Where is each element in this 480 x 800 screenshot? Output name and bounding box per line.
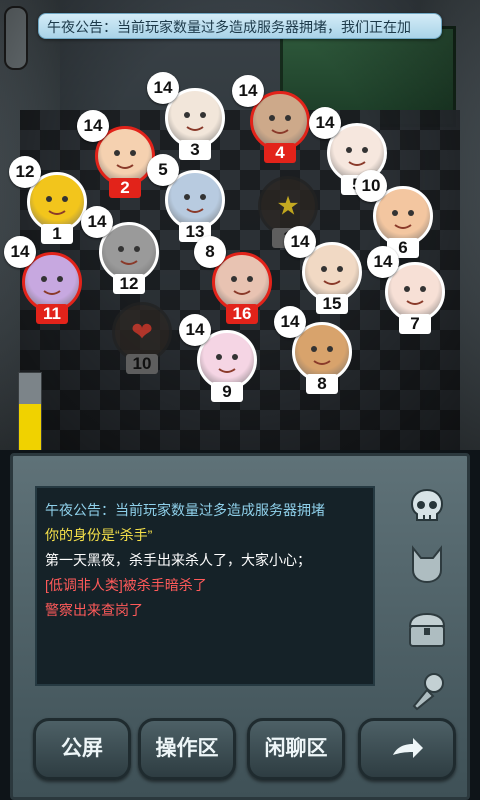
player-slot[interactable]: 14 15 <box>284 226 362 314</box>
player-slot[interactable]: 14 12 <box>81 206 159 294</box>
energy-bar-fill <box>19 404 41 450</box>
action-area-button[interactable]: 操作区 <box>138 718 236 780</box>
player-seat-number: 1 <box>41 224 73 244</box>
player-seat-number: 16 <box>226 304 258 324</box>
microphone-icon[interactable] <box>405 670 449 714</box>
avatar-cartoon-pirate <box>295 325 349 379</box>
chat-message: 你的身份是“杀手” <box>45 527 153 543</box>
player-seat-number: 2 <box>109 178 141 198</box>
player-slot[interactable]: 14 7 <box>367 246 445 334</box>
side-icon-column <box>391 484 463 714</box>
avatar-cartoon-smile <box>376 189 430 243</box>
bottom-panel: 午夜公告：当前玩家数量过多造成服务器拥堵 你的身份是“杀手” 第一天黑夜，杀手出… <box>10 453 470 800</box>
treasure-chest-icon[interactable] <box>405 608 449 652</box>
player-seat-number: 9 <box>211 382 243 402</box>
announcement-banner: 午夜公告：当前玩家数量过多造成服务器拥堵，我们正在加 <box>38 13 442 39</box>
avatar-bw-man <box>102 225 156 279</box>
skull-icon[interactable] <box>405 484 449 528</box>
avatar-purple-monster <box>25 255 79 309</box>
dead-player-avatar: ★ <box>258 176 318 236</box>
game-room: 午夜公告：当前玩家数量过多造成服务器拥堵，我们正在加 1431441421451… <box>0 0 480 450</box>
chat-message: 午夜公告：当前玩家数量过多造成服务器拥堵 <box>45 502 325 518</box>
player-level-badge: 10 <box>355 170 387 202</box>
player-level-badge: 14 <box>147 72 179 104</box>
player-level-badge: 14 <box>4 236 36 268</box>
arrow-right-icon <box>393 738 423 758</box>
player-seat-number: 3 <box>179 140 211 160</box>
player-level-badge: 14 <box>232 75 264 107</box>
avatar-cartoon-crying <box>98 129 152 183</box>
player-slot[interactable]: 14 2 <box>77 110 155 198</box>
player-level-badge: 12 <box>9 156 41 188</box>
chat-message: 警察出来查岗了 <box>45 602 143 618</box>
avatar-girl-selfie <box>215 255 269 309</box>
player-seat-number: 11 <box>36 304 68 324</box>
player-slot[interactable]: 5 13 <box>147 154 225 242</box>
player-level-badge: 14 <box>179 314 211 346</box>
heart-icon: ❤ <box>131 316 153 347</box>
avatar-yellow-cartoon <box>30 175 84 229</box>
player-level-badge: 14 <box>284 226 316 258</box>
player-seat-number: 10 <box>126 354 158 374</box>
player-slot[interactable]: 14 11 <box>4 236 82 324</box>
player-level-badge: 14 <box>367 246 399 278</box>
star-icon: ★ <box>276 190 300 221</box>
game-screen: 午夜公告：当前玩家数量过多造成服务器拥堵，我们正在加 1431441421451… <box>0 0 480 800</box>
chat-message: [低调非人类]被杀手暗杀了 <box>45 577 207 593</box>
player-slot[interactable]: ❤ 10 <box>112 302 172 374</box>
player-slot[interactable]: 14 3 <box>147 72 225 160</box>
player-slot[interactable]: ★1 <box>258 176 318 248</box>
player-level-badge: 14 <box>274 306 306 338</box>
player-seat-number: 12 <box>113 274 145 294</box>
player-seat-number: 15 <box>316 294 348 314</box>
avatar-man-suit <box>253 94 307 148</box>
public-screen-button[interactable]: 公屏 <box>33 718 131 780</box>
cat-mask-icon[interactable] <box>405 542 449 586</box>
player-slot[interactable]: 14 4 <box>232 75 310 163</box>
avatar-girl-blonde <box>305 245 359 299</box>
player-seat-number: 8 <box>306 374 338 394</box>
player-seat-number: 4 <box>264 143 296 163</box>
player-slot[interactable]: 12 1 <box>9 156 87 244</box>
player-level-badge: 8 <box>194 236 226 268</box>
avatar-girl-bow <box>388 265 442 319</box>
player-slot[interactable]: 8 16 <box>194 236 272 324</box>
player-slot[interactable]: 14 8 <box>274 306 352 394</box>
avatar-girl-green <box>168 91 222 145</box>
send-button[interactable] <box>358 718 456 780</box>
player-slot[interactable]: 10 6 <box>355 170 433 258</box>
avatar-boy-blue <box>168 173 222 227</box>
player-level-badge: 14 <box>309 107 341 139</box>
dead-player-avatar: ❤ <box>112 302 172 362</box>
player-slot[interactable]: 14 9 <box>179 314 257 402</box>
player-level-badge: 14 <box>77 110 109 142</box>
chat-log[interactable]: 午夜公告：当前玩家数量过多造成服务器拥堵 你的身份是“杀手” 第一天黑夜，杀手出… <box>35 486 375 686</box>
chat-message: 第一天黑夜，杀手出来杀人了，大家小心； <box>45 552 311 568</box>
energy-bar <box>18 372 42 450</box>
chat-area-button[interactable]: 闲聊区 <box>247 718 345 780</box>
player-seat-number: 7 <box>399 314 431 334</box>
player-level-badge: 5 <box>147 154 179 186</box>
player-level-badge: 14 <box>81 206 113 238</box>
avatar-anime-girl <box>200 333 254 387</box>
